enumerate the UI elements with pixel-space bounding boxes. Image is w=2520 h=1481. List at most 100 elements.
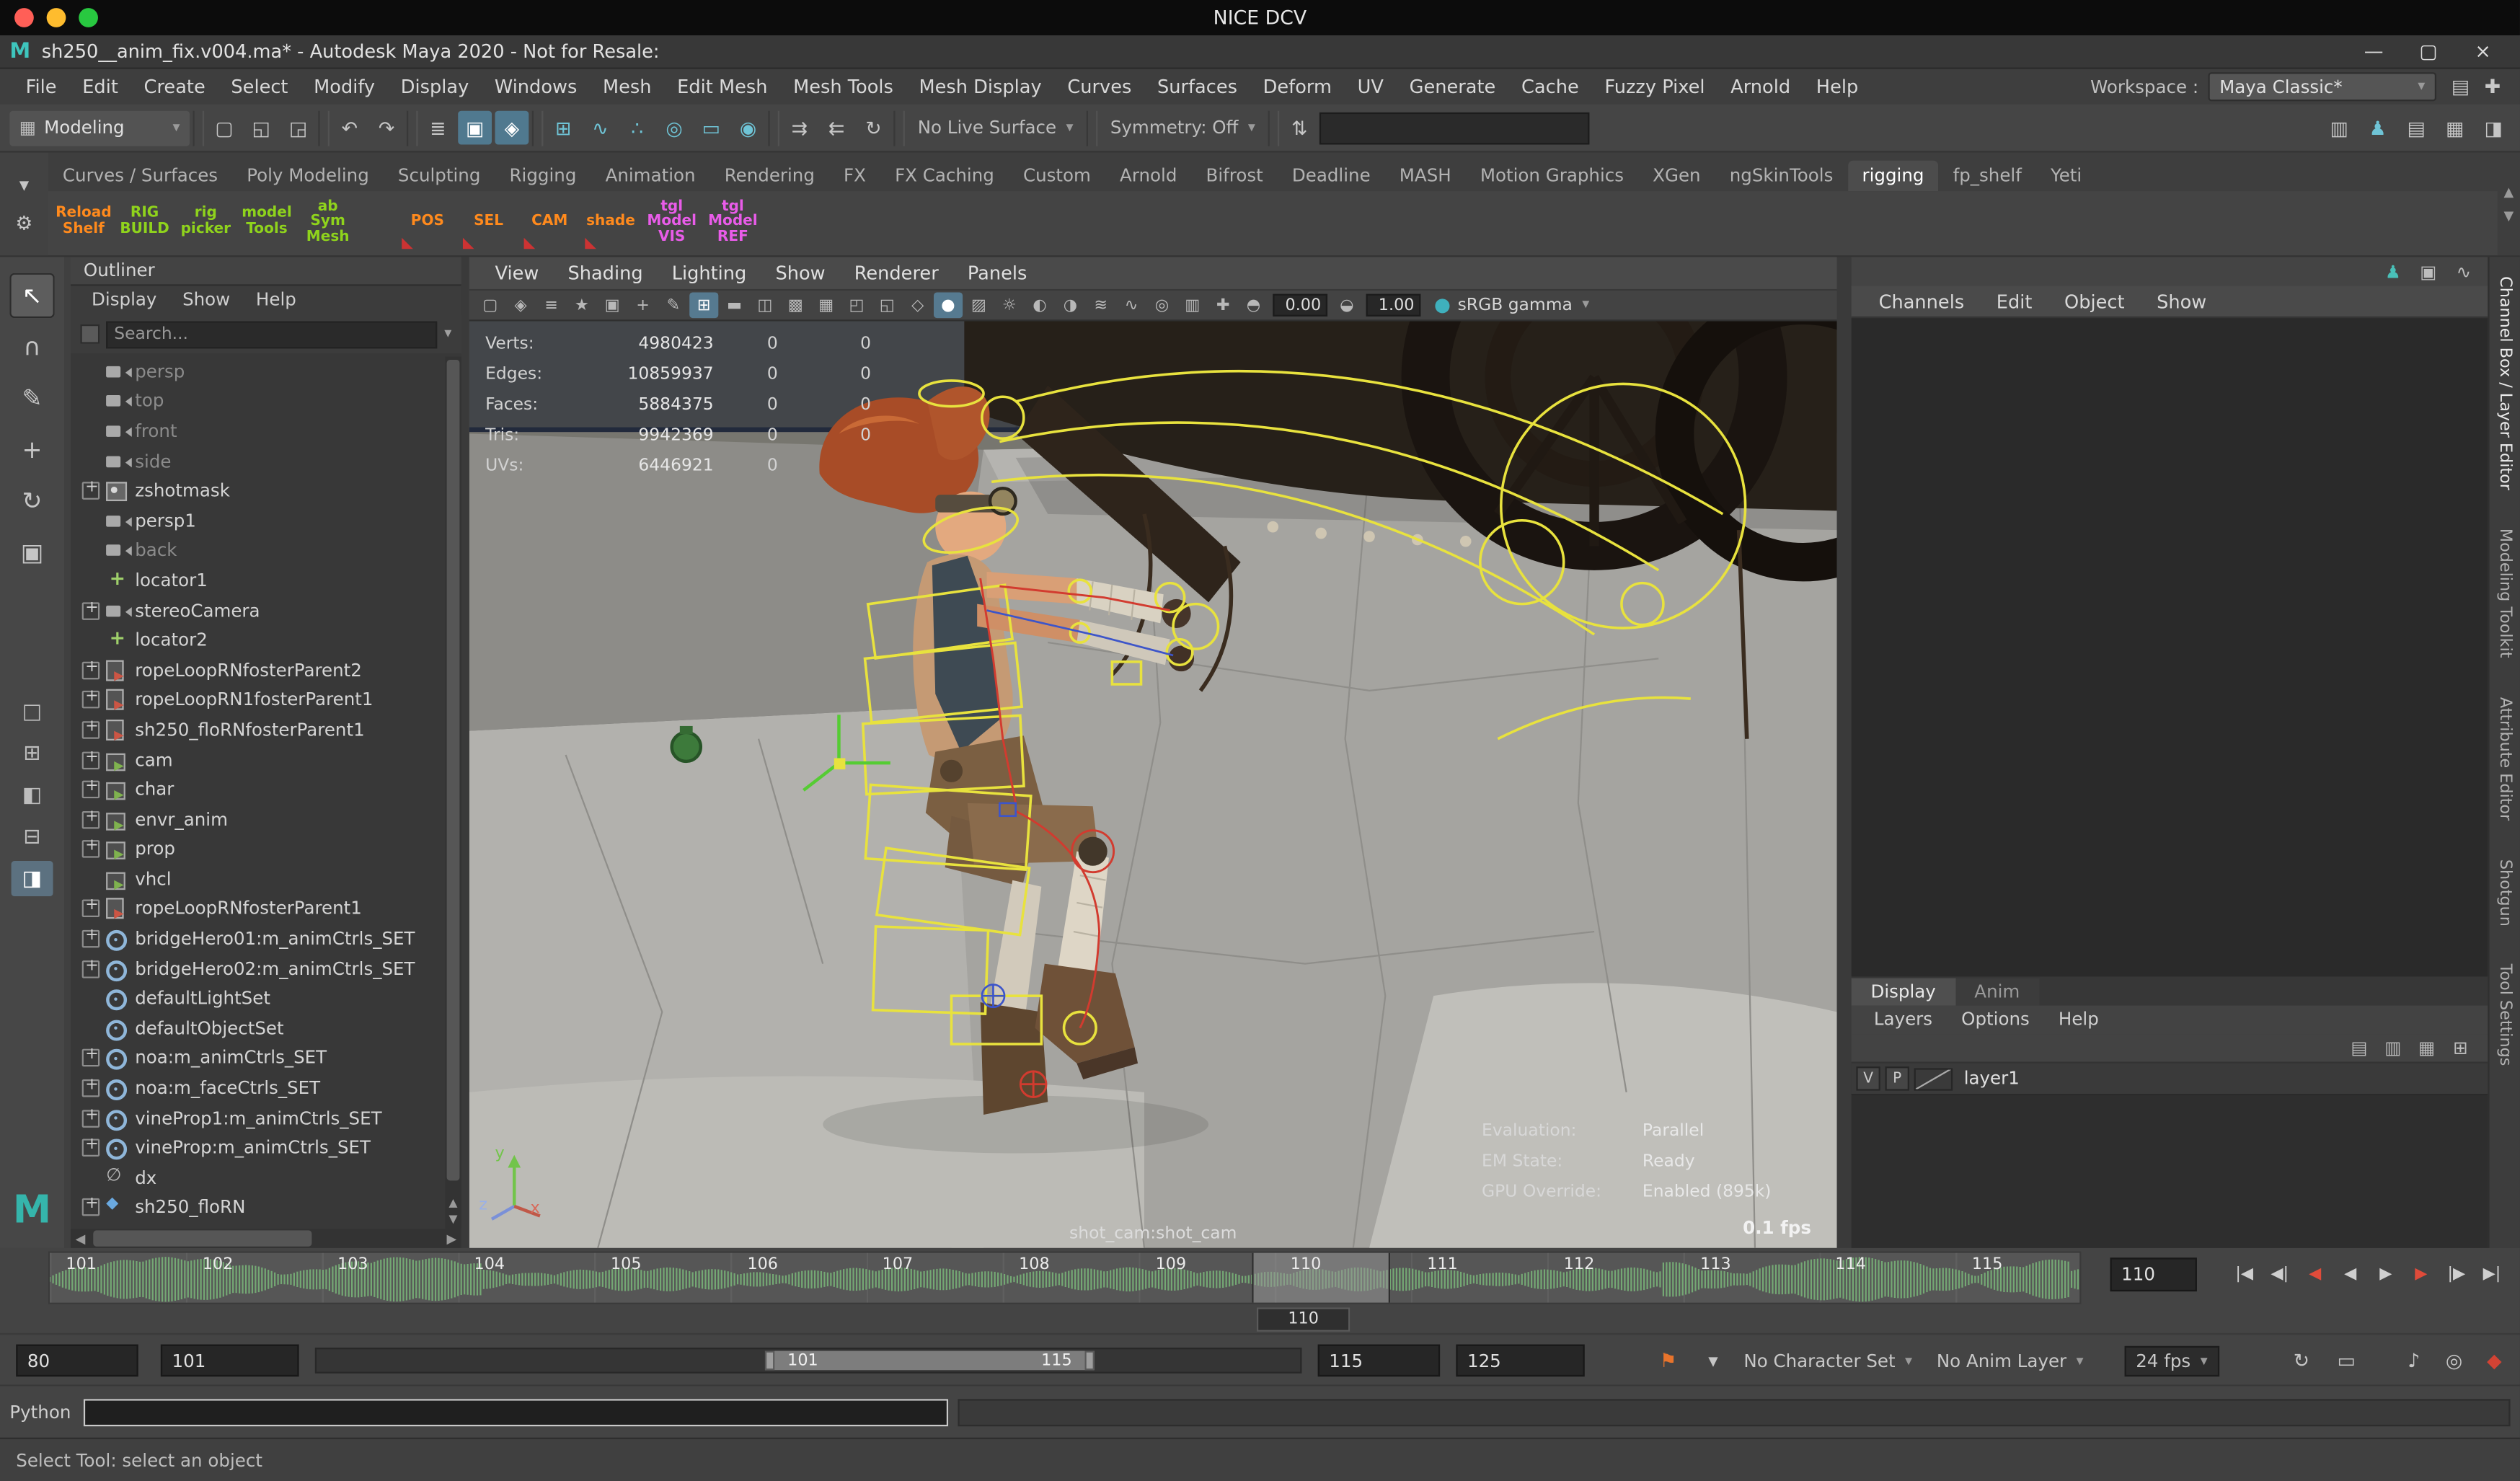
menu-item[interactable]: Object: [2050, 290, 2139, 312]
go-to-end-button[interactable]: ▶|: [2475, 1256, 2509, 1293]
outliner-item[interactable]: side: [71, 446, 445, 476]
expand-toggle-icon[interactable]: [82, 930, 100, 948]
menu-item[interactable]: Mesh: [590, 69, 664, 105]
two-pane-stacked-layout-button[interactable]: ⊟: [12, 819, 53, 854]
2d-pan-zoom-icon[interactable]: +: [628, 292, 657, 318]
outliner-item[interactable]: envr_anim: [71, 805, 445, 834]
menu-item[interactable]: Lighting: [659, 262, 759, 284]
menu-item[interactable]: UV: [1345, 69, 1397, 105]
range-slider-track[interactable]: 101 115: [315, 1348, 1302, 1374]
outliner-item[interactable]: locator2: [71, 625, 445, 655]
expand-toggle-icon[interactable]: [82, 841, 100, 859]
go-to-start-button[interactable]: |◀: [2227, 1256, 2261, 1293]
outliner-item[interactable]: bridgeHero01:m_animCtrls_SET: [71, 924, 445, 954]
image-plane-icon[interactable]: ▣: [598, 292, 627, 318]
snap-together-icon[interactable]: ⇅: [1283, 111, 1317, 145]
window-minimize-button[interactable]: —: [2346, 40, 2401, 63]
outliner-item[interactable]: defaultLightSet: [71, 983, 445, 1013]
layer-visibility-toggle[interactable]: V: [1856, 1066, 1880, 1090]
menu-item[interactable]: Curves: [1055, 69, 1145, 105]
single-pane-layout-button[interactable]: □: [12, 694, 53, 729]
toggle-tool-settings-icon[interactable]: ▦: [2438, 111, 2472, 145]
save-scene-icon[interactable]: ◲: [281, 111, 315, 145]
symmetry-selector[interactable]: Symmetry: Off: [1100, 118, 1265, 138]
menu-item[interactable]: Generate: [1397, 69, 1508, 105]
toolbar-separator[interactable]: [893, 110, 905, 146]
select-tool-button[interactable]: ↖: [9, 273, 54, 318]
shelf-cam-button[interactable]: CAM: [521, 194, 578, 252]
shelf-tab[interactable]: FX Caching: [880, 160, 1009, 190]
outliner-item[interactable]: cam: [71, 745, 445, 774]
channel-box-content[interactable]: [1852, 318, 2488, 976]
layer-editor-tab[interactable]: Anim: [1955, 978, 2040, 1006]
menu-item[interactable]: Create: [131, 69, 218, 105]
safe-title-icon[interactable]: ◱: [872, 292, 901, 318]
menu-item[interactable]: Channels: [1865, 290, 1979, 312]
toggle-attribute-editor-icon[interactable]: ▤: [2400, 111, 2433, 145]
shelf-tab[interactable]: fp_shelf: [1939, 160, 2036, 190]
outliner-item[interactable]: bridgeHero02:m_animCtrls_SET: [71, 954, 445, 983]
anim-layer-selector[interactable]: No Anim Layer: [1937, 1346, 2084, 1376]
shelf-sel-button[interactable]: SEL: [459, 194, 517, 252]
expand-toggle-icon[interactable]: [82, 601, 100, 619]
expand-toggle-icon[interactable]: [82, 751, 100, 769]
toolbar-separator[interactable]: [407, 110, 418, 146]
textured-icon[interactable]: ▨: [964, 292, 993, 318]
live-surface-selector[interactable]: No Live Surface: [908, 118, 1083, 138]
auto-key-icon[interactable]: ◆: [2478, 1345, 2511, 1377]
chevron-down-icon[interactable]: ▾: [1697, 1345, 1730, 1377]
sidebar-tab[interactable]: Modeling Toolkit: [2490, 510, 2520, 678]
outliner-item[interactable]: front: [71, 416, 445, 446]
workspace-selector[interactable]: Maya Classic*: [2209, 72, 2437, 101]
vertical-scrollbar[interactable]: ▲▼: [445, 357, 461, 1229]
panel-splitter[interactable]: [1837, 257, 1852, 1247]
snap-to-grids-icon[interactable]: ⊞: [547, 111, 580, 145]
xray-joints-icon[interactable]: ✚: [1208, 292, 1237, 318]
paint-selection-tool-button[interactable]: ✎: [9, 376, 54, 420]
panel-splitter[interactable]: [461, 257, 469, 1247]
fps-selector[interactable]: 24 fps: [2125, 1346, 2219, 1376]
playback-options-icon[interactable]: ◎: [2438, 1345, 2470, 1377]
lasso-select-tool-button[interactable]: ∩: [9, 324, 54, 369]
expand-toggle-icon[interactable]: [82, 661, 100, 679]
outliner-item[interactable]: top: [71, 386, 445, 416]
menu-item[interactable]: Mesh Tools: [780, 69, 906, 105]
expand-toggle-icon[interactable]: [82, 1199, 100, 1217]
scale-tool-button[interactable]: ▣: [9, 530, 54, 575]
play-backwards-button[interactable]: ◀: [2333, 1256, 2367, 1293]
use-all-lights-icon[interactable]: ☼: [995, 292, 1024, 318]
workspace-options-icon[interactable]: ✚: [2478, 72, 2507, 101]
numeric-input-field[interactable]: [1319, 112, 1589, 144]
outliner-item[interactable]: persp: [71, 357, 445, 386]
shelf-gear-icon[interactable]: ⚙: [9, 211, 38, 236]
shelf-tab[interactable]: rigging: [1847, 160, 1938, 190]
sidebar-tab[interactable]: Attribute Editor: [2490, 678, 2520, 840]
snap-to-curves-icon[interactable]: ∿: [583, 111, 617, 145]
range-start-handle[interactable]: [765, 1350, 774, 1370]
menu-item[interactable]: Surfaces: [1144, 69, 1250, 105]
shelf-tab[interactable]: Sculpting: [384, 160, 495, 190]
layer-list[interactable]: V P layer1: [1852, 1064, 2488, 1248]
shelf-tab[interactable]: Arnold: [1105, 160, 1191, 190]
layer-playback-toggle[interactable]: P: [1885, 1066, 1909, 1090]
sidebar-tab[interactable]: Shotgun: [2490, 839, 2520, 945]
menu-item[interactable]: Show: [171, 286, 241, 315]
rotate-tool-button[interactable]: ↻: [9, 479, 54, 523]
expand-toggle-icon[interactable]: [82, 810, 100, 828]
outliner-item[interactable]: vineProp:m_animCtrls_SET: [71, 1133, 445, 1163]
shelf-tab[interactable]: Deadline: [1278, 160, 1385, 190]
menu-item[interactable]: Cache: [1508, 69, 1591, 105]
menu-item[interactable]: Show: [2142, 290, 2221, 312]
sidebar-tab[interactable]: Tool Settings: [2490, 945, 2520, 1086]
chevron-down-icon[interactable]: ▾: [444, 326, 451, 342]
layer-editor-icon[interactable]: ▥: [2379, 1036, 2408, 1060]
window-close-button[interactable]: ×: [2456, 40, 2511, 63]
menu-item[interactable]: Deform: [1250, 69, 1345, 105]
scroll-up-icon[interactable]: ▲: [449, 1197, 458, 1210]
expand-toggle-icon[interactable]: [82, 691, 100, 709]
field-chart-icon[interactable]: ▦: [812, 292, 841, 318]
shelf-tab[interactable]: Motion Graphics: [1466, 160, 1638, 190]
outliner-filter-icon[interactable]: [80, 324, 100, 344]
menu-item[interactable]: Select: [218, 69, 301, 105]
select-camera-icon[interactable]: ▢: [476, 292, 505, 318]
